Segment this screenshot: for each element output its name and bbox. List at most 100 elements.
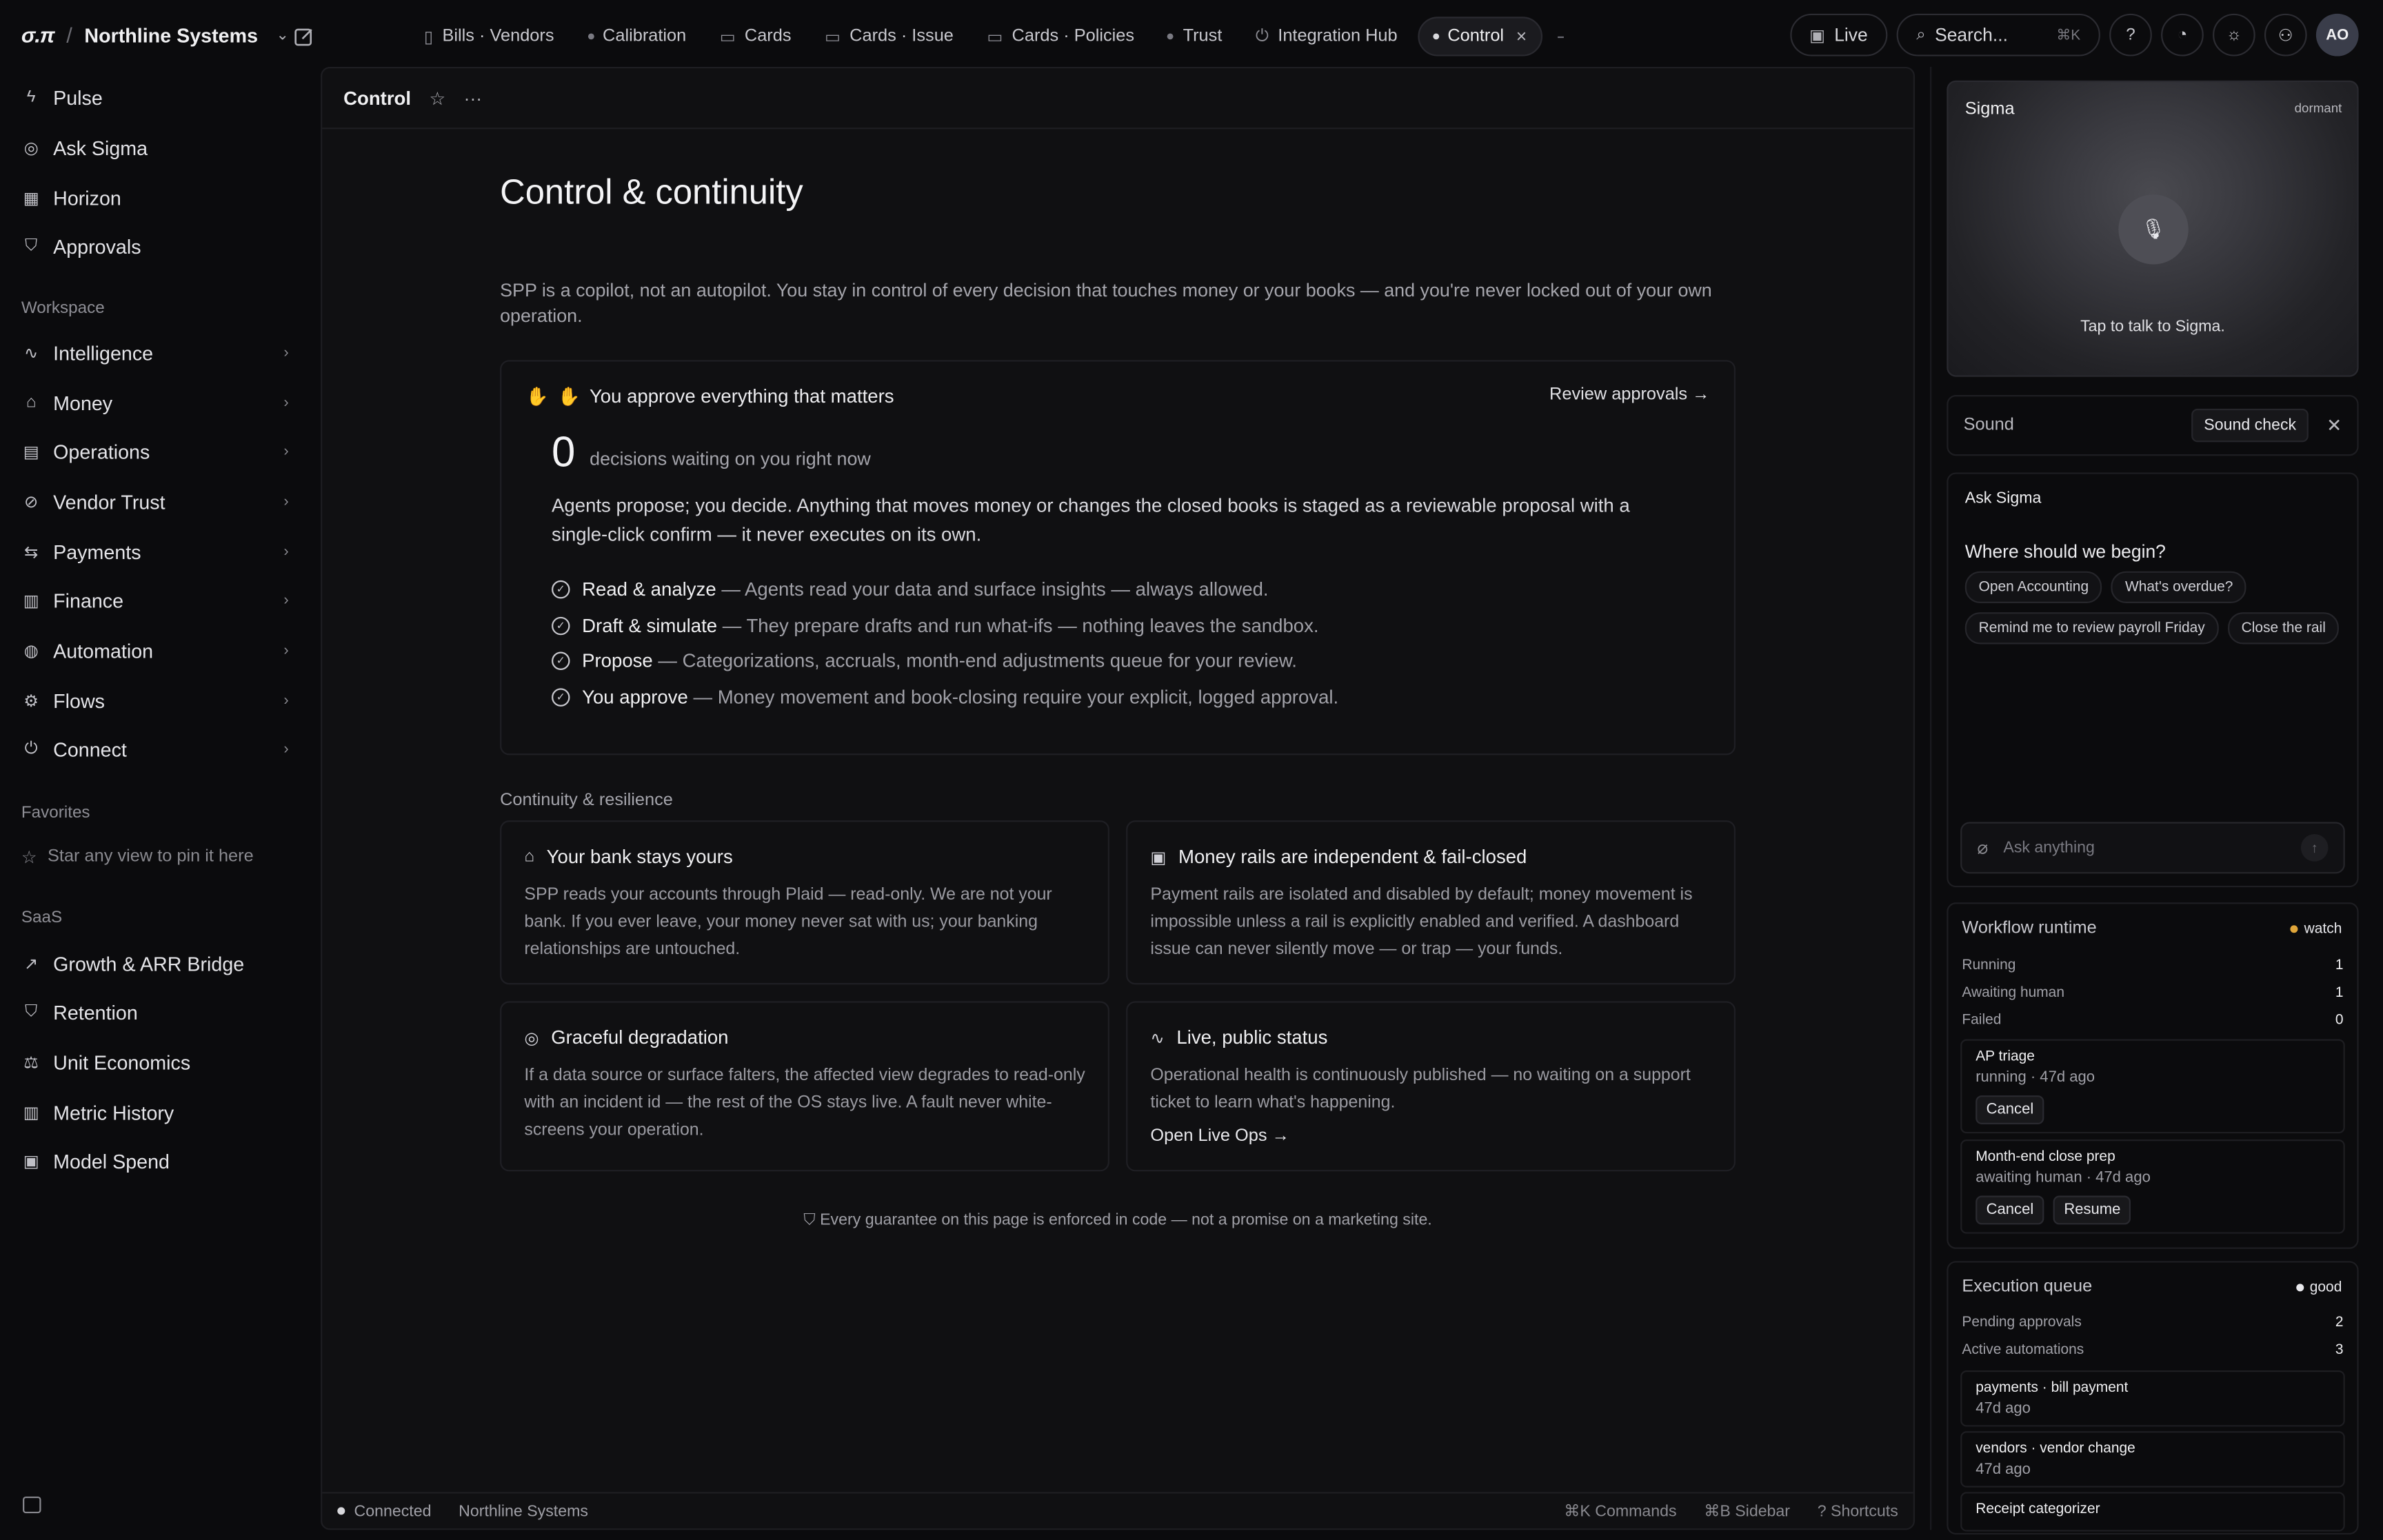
compose-icon[interactable] xyxy=(293,26,314,47)
tab-cards[interactable]: ▭ Cards xyxy=(706,17,805,56)
tile-graceful-degradation: ◎ Graceful degradation If a data source o… xyxy=(500,1001,1109,1172)
check-circle-icon: ✓ xyxy=(552,651,570,671)
open-live-ops-link[interactable]: Open Live Ops → xyxy=(1150,1127,1289,1145)
suggestion-chip[interactable]: Remind me to review payroll Friday xyxy=(1964,612,2219,645)
suggestion-chip[interactable]: Open Accounting xyxy=(1964,571,2102,603)
tab-trust[interactable]: Trust xyxy=(1154,17,1236,56)
tab-control[interactable]: Control × xyxy=(1417,17,1542,57)
pending-decisions-count: 0 xyxy=(552,428,576,476)
rail-icon: ▣ xyxy=(1150,848,1167,867)
help-icon[interactable]: ? xyxy=(2109,13,2152,57)
sidebar-item-label: Growth & ARR Bridge xyxy=(53,951,245,975)
card-icon: ▭ xyxy=(719,28,736,47)
sidebar-item-unit-economics[interactable]: ⚖ Unit Economics xyxy=(21,1041,289,1084)
open-live-ops-label: Open Live Ops xyxy=(1150,1127,1267,1146)
continuity-section-label: Continuity & resilience xyxy=(500,791,673,810)
sidebar-item-payments[interactable]: ⇆ Payments › xyxy=(21,530,289,573)
sidebar-item-operations[interactable]: ▤ Operations › xyxy=(21,430,289,473)
sidebar-item-retention[interactable]: ⛉ Retention xyxy=(21,991,289,1033)
check-circle-icon: ✓ xyxy=(552,688,570,707)
bar-chart-icon: ▥ xyxy=(23,1104,39,1122)
more-icon[interactable]: ··· xyxy=(464,88,482,109)
sidebar-toggle-icon[interactable] xyxy=(23,1496,41,1514)
tab-calibration[interactable]: Calibration xyxy=(574,17,700,56)
suggestion-chip[interactable]: What's overdue? xyxy=(2111,571,2247,603)
dot-icon xyxy=(587,33,594,40)
metric-label: Failed xyxy=(1962,1011,2002,1029)
check-circle-icon: ✓ xyxy=(552,580,570,599)
shortcut-help[interactable]: ? Shortcuts xyxy=(1818,1502,1898,1520)
sidebar-item-vendor-trust[interactable]: ⊘ Vendor Trust › xyxy=(21,480,289,523)
flow-icon: ⚙ xyxy=(23,691,39,711)
scale-icon: ⚖ xyxy=(23,1053,39,1072)
sun-icon[interactable]: ☼ xyxy=(2213,13,2255,57)
sidebar-item-flows[interactable]: ⚙ Flows › xyxy=(21,679,289,722)
sidebar-item-label: Metric History xyxy=(53,1100,174,1124)
checklist-item: ✓ Propose — Categorizations, accruals, mo… xyxy=(552,643,1338,679)
search-input[interactable]: ⌕ Search... ⌘K xyxy=(1896,13,2100,57)
tile-body: Operational health is continuously publi… xyxy=(1150,1066,1691,1112)
live-button[interactable]: ▣ Live xyxy=(1789,13,1888,57)
sidebar-item-pulse[interactable]: ϟ Pulse xyxy=(21,76,289,119)
sidebar-item-label: Horizon xyxy=(53,185,121,210)
guarantee-text: Every guarantee on this page is enforced… xyxy=(820,1210,1432,1230)
page-title: Control & continuity xyxy=(500,172,803,212)
review-approvals-link[interactable]: Review approvals → xyxy=(1549,386,1709,404)
chip-icon: ▣ xyxy=(23,1152,39,1171)
sidebar-item-intelligence[interactable]: ∿ Intelligence › xyxy=(21,331,289,374)
tab-integration-hub[interactable]: ⏻ Integration Hub xyxy=(1242,17,1411,56)
microphone-icon[interactable]: 🎙︎ xyxy=(2118,194,2189,265)
tab-label: Cards · Issue xyxy=(849,27,954,46)
bell-icon[interactable]: ◔ xyxy=(2161,13,2204,57)
shield-icon: ⛉ xyxy=(25,1002,38,1020)
tab-cards-policies[interactable]: ▭ Cards · Policies xyxy=(974,17,1148,56)
sidebar-item-ask-sigma[interactable]: ◎ Ask Sigma xyxy=(21,126,289,169)
sidebar-item-finance[interactable]: ▥ Finance › xyxy=(21,579,289,622)
search-shortcut: ⌘K xyxy=(2056,26,2081,43)
sidebar-item-money[interactable]: ⌂ Money › xyxy=(21,381,289,424)
suggestion-chip[interactable]: Close the rail xyxy=(2227,612,2340,645)
sidebar: ϟ Pulse ◎ Ask Sigma ▦ Horizon ⛉ Approvals Wo… xyxy=(0,73,312,1540)
queue-item[interactable]: vendors · vendor change 47d ago xyxy=(1960,1431,2345,1488)
resume-button[interactable]: Resume xyxy=(2053,1195,2131,1225)
sidebar-item-horizon[interactable]: ▦ Horizon xyxy=(21,176,289,219)
ask-sigma-panel: Ask Sigma Where should we begin? Open Ac… xyxy=(1947,472,2359,888)
sidebar-item-automation[interactable]: ◍ Automation › xyxy=(21,629,289,671)
cancel-button[interactable]: Cancel xyxy=(1975,1195,2044,1225)
sidebar-item-metric-history[interactable]: ▥ Metric History xyxy=(21,1091,289,1133)
avatar[interactable]: AO xyxy=(2315,13,2359,57)
star-icon[interactable]: ☆ xyxy=(429,88,445,109)
chevron-right-icon: › xyxy=(283,591,289,609)
tab-cards-issue[interactable]: ▭ Cards · Issue xyxy=(811,17,967,56)
org-switcher[interactable]: σ.π / Northline Systems ⌄ xyxy=(21,23,289,47)
shortcut-commands[interactable]: ⌘K Commands xyxy=(1564,1502,1676,1520)
shield-icon: ⛉ xyxy=(25,236,38,255)
sidebar-item-approvals[interactable]: ⛉ Approvals xyxy=(21,225,289,267)
paperclip-icon[interactable]: ⌀ xyxy=(1977,837,1988,858)
shortcut-sidebar[interactable]: ⌘B Sidebar xyxy=(1704,1502,1790,1520)
approve-card-header: ✋ ✋ You approve everything that matters xyxy=(526,386,894,407)
queue-item-time: 47d ago xyxy=(1975,1461,2031,1479)
workflow-runtime-panel: Workflow runtime watch Running 1 Awaiting… xyxy=(1947,902,2359,1249)
tab-bills-vendors[interactable]: ▯ Bills · Vendors xyxy=(410,17,567,56)
users-icon[interactable]: ⚇ xyxy=(2264,13,2307,57)
check-circle-icon: ⊘ xyxy=(24,493,39,511)
status-badge-text: watch xyxy=(2304,920,2342,938)
sidebar-item-growth-arr[interactable]: ↗ Growth & ARR Bridge xyxy=(21,942,289,984)
top-right-tools: ▣ Live ⌕ Search... ⌘K ? ◔ ☼ ⚇ AO xyxy=(1789,13,2359,57)
sidebar-item-connect[interactable]: ⏻ Connect › xyxy=(21,728,289,771)
close-icon[interactable]: ✕ xyxy=(2326,415,2342,436)
ask-input[interactable]: ⌀ Ask anything ↑ xyxy=(1960,822,2345,874)
sidebar-item-model-spend[interactable]: ▣ Model Spend xyxy=(21,1139,289,1182)
favorites-empty: ☆ Star any view to pin it here xyxy=(21,847,254,868)
queue-item[interactable]: Receipt categorizer xyxy=(1960,1492,2345,1532)
trend-up-icon: ↗ xyxy=(24,955,39,973)
cancel-button[interactable]: Cancel xyxy=(1975,1095,2044,1124)
close-tab-icon[interactable]: × xyxy=(1516,26,1527,47)
hand-icon: ✋ xyxy=(525,385,549,407)
send-icon[interactable]: ↑ xyxy=(2300,833,2329,862)
metric-row: Awaiting human 1 xyxy=(1962,984,2343,1001)
chevron-right-icon: › xyxy=(283,740,289,758)
sound-check-button[interactable]: Sound check xyxy=(2191,408,2309,443)
queue-item[interactable]: payments · bill payment 47d ago xyxy=(1960,1370,2345,1427)
